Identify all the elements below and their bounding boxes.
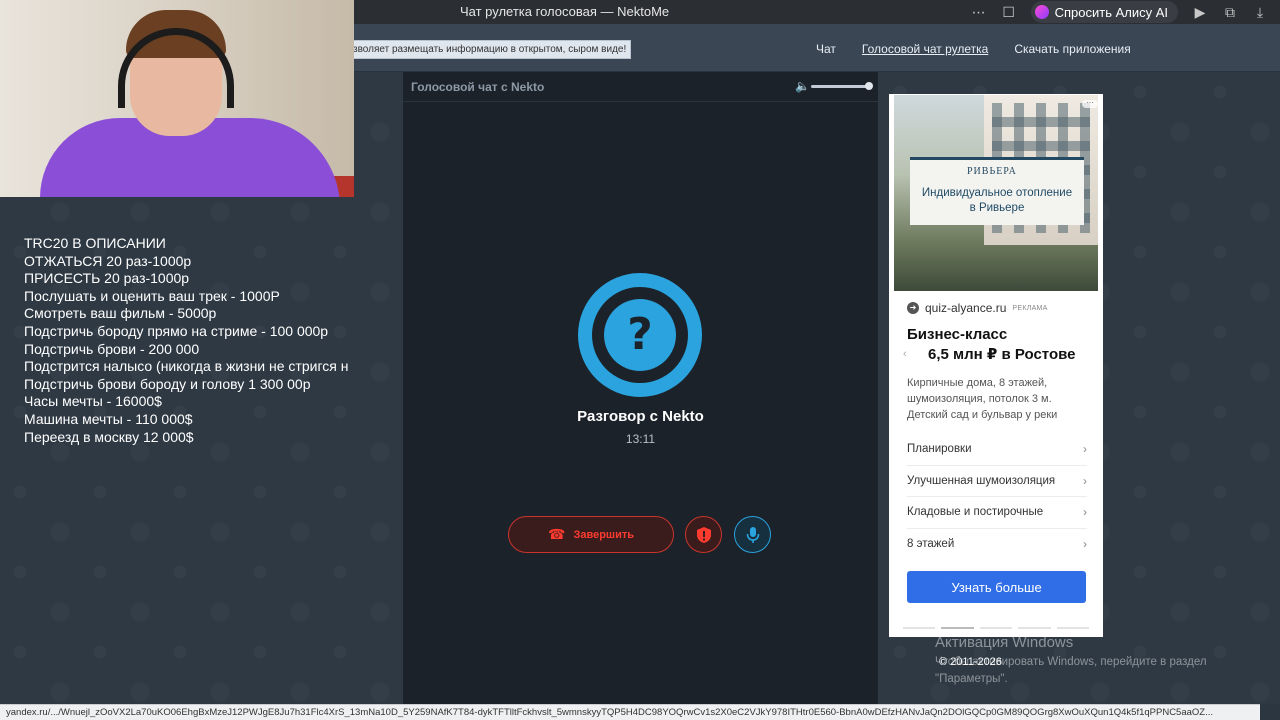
site-notice: зволяет размещать информацию в открытом,… [348,40,632,59]
ad-image[interactable]: РИВЬЕРА Индивидуальное отопление в Ривье… [894,95,1098,291]
ad-links: Планировки › Улучшенная шумоизоляция › Кла… [907,434,1087,560]
ad-link-item[interactable]: Кладовые и постирочные › [907,497,1087,529]
ad-link-item[interactable]: Планировки › [907,434,1087,466]
nav-voice-chat[interactable]: Голосовой чат рулетка [862,42,988,56]
ad-description: Кирпичные дома, 8 этажей, шумоизоляция, … [907,377,1058,421]
shield-alert-icon [696,526,711,543]
ad-brand-logo: РИВЬЕРА [967,166,1017,177]
mute-microphone-button[interactable] [734,516,771,553]
donation-line: Подстричь бороду прямо на стриме - 100 0… [24,322,329,339]
extensions-icon[interactable]: ⧉ [1222,4,1238,21]
ad-image-headline: Индивидуальное отопление [921,187,1073,199]
voice-chat-panel: Голосовой чат с Nekto 🔈 ? Разговор с Nek… [403,72,878,704]
donation-line: Подстричь брови бороду и голову 1 300 00… [24,375,311,392]
call-timer: 13:11 [625,432,656,446]
volume-slider-handle[interactable] [865,82,873,90]
advertisement[interactable]: РИВЬЕРА Индивидуальное отопление в Ривье… [889,94,1103,637]
ad-title[interactable]: Бизнес-класс 6,5 млн ₽ в Ростове [907,325,1093,365]
chevron-right-icon: › [1083,473,1087,488]
ad-link-item[interactable]: 8 этажей › [907,529,1087,561]
volume-icon[interactable]: 🔈 [795,79,810,93]
arrow-right-icon: ➜ [907,302,919,314]
ad-link-item[interactable]: Улучшенная шумоизоляция › [907,466,1087,497]
donation-line: ОТЖАТЬСЯ 20 раз-1000р [24,252,192,269]
bookmark-icon[interactable]: ☐ [1001,4,1017,21]
ad-tag: РЕКЛАМА [1012,304,1048,312]
status-bar-url: yandex.ru/.../Wnuejl_zOoVX2La70uKO06EhgB… [0,704,1260,720]
donation-line: Смотреть ваш фильм - 5000р [24,305,217,322]
end-call-button[interactable]: ☎ Завершить [508,516,674,553]
partner-avatar: ? [578,273,702,397]
main-nav: Чат Голосовой чат рулетка Скачать прилож… [816,42,1131,56]
donation-line: TRC20 В ОПИСАНИИ [24,235,166,251]
browser-title: Чат рулетка голосовая — NektoMe [460,4,670,19]
ad-image-banner: РИВЬЕРА Индивидуальное отопление в Ривье… [910,157,1084,225]
call-title: Разговор с Nekto [577,408,704,425]
ad-more-icon[interactable]: ··· [1082,99,1098,108]
ad-domain: quiz-alyance.ru [925,301,1007,315]
browser-actions: ⋯ ☐ Спросить Алису AI ▶ ⧉ ⤓ [971,0,1280,24]
nav-chat[interactable]: Чат [816,42,836,56]
donation-menu: TRC20 В ОПИСАНИИ ОТЖАТЬСЯ 20 раз-1000р П… [24,235,376,446]
chevron-right-icon: › [1083,537,1087,552]
ad-carousel-indicator [903,627,1090,629]
ad-image-headline-2: в Ривьере [969,202,1025,214]
donation-line: ПРИСЕСТЬ 20 раз-1000р [24,270,190,287]
hang-up-icon: ☎ [548,526,566,542]
donation-line: Часы мечты - 16000$ [24,393,162,410]
ask-alice-label: Спросить Алису AI [1054,4,1168,20]
donation-line: Подстрится налысо (никогда в жизни не ст… [24,358,349,375]
download-icon[interactable]: ⤓ [1252,4,1268,21]
donation-line: Подстричь брови - 200 000 [24,340,200,357]
ad-cta-button[interactable]: Узнать больше [907,571,1086,603]
end-call-label: Завершить [573,528,634,541]
chevron-left-icon[interactable]: ‹ [903,348,907,360]
alice-icon [1034,5,1049,19]
donation-line: Послушать и оценить ваш трек - 1000Р [24,287,280,304]
ad-domain-row[interactable]: ➜ quiz-alyance.ru РЕКЛАМА [907,301,1048,315]
chat-header: Голосовой чат с Nekto 🔈 [403,72,878,102]
chat-title: Голосовой чат с Nekto [411,80,545,94]
chevron-right-icon: › [1083,442,1087,457]
ask-alice-button[interactable]: Спросить Алису AI [1030,1,1178,23]
volume-slider[interactable] [811,85,869,88]
copyright: © 2011-2026 [939,656,1002,668]
donation-line: Машина мечты - 110 000$ [24,410,193,427]
more-icon[interactable]: ⋯ [971,4,987,21]
play-icon[interactable]: ▶ [1192,4,1208,21]
report-button[interactable] [685,516,722,553]
donation-line: Переезд в москву 12 000$ [24,428,194,445]
microphone-icon [746,526,759,543]
question-mark-icon: ? [604,299,676,371]
chevron-right-icon: › [1083,505,1087,520]
webcam-overlay [0,0,354,197]
nav-download-apps[interactable]: Скачать приложения [1014,42,1130,56]
